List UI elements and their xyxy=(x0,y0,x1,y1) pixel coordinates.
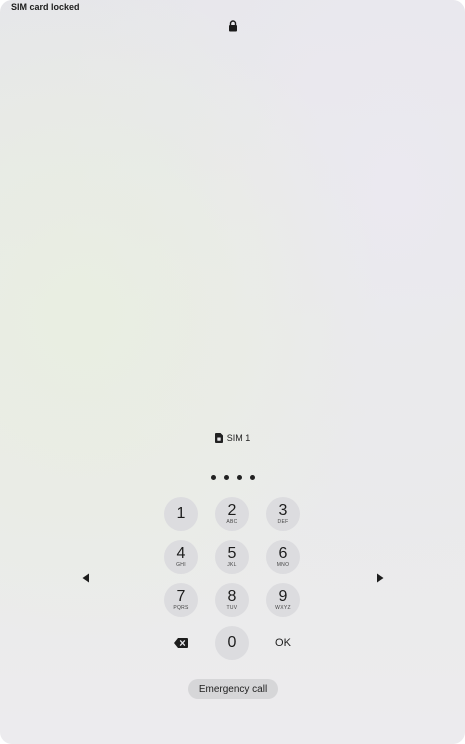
backspace-button[interactable] xyxy=(164,626,198,660)
key-digit: 4 xyxy=(176,545,186,562)
key-letters: TUV xyxy=(226,605,238,611)
pin-dot xyxy=(210,475,216,480)
key-letters: JKL xyxy=(227,562,237,568)
sim-indicator: SIM 1 xyxy=(0,433,465,443)
sim-label: SIM 1 xyxy=(226,433,251,443)
lock-screen: SIM card locked SIM 1 1 2 ABC 3 DEF 4 GH… xyxy=(0,0,465,744)
pin-dot xyxy=(223,475,229,480)
key-0[interactable]: 0 xyxy=(215,626,249,660)
key-digit: 8 xyxy=(227,588,237,605)
key-letters: WXYZ xyxy=(275,605,291,611)
pin-entry-dots xyxy=(0,475,465,480)
key-9[interactable]: 9 WXYZ xyxy=(266,583,300,617)
key-digit: 5 xyxy=(227,545,237,562)
key-letters: PQRS xyxy=(173,605,189,611)
status-title: SIM card locked xyxy=(11,2,80,12)
sim-card-icon xyxy=(214,433,223,443)
emergency-call-button[interactable]: Emergency call xyxy=(188,679,278,699)
pin-dot xyxy=(236,475,242,480)
key-1[interactable]: 1 xyxy=(164,497,198,531)
key-digit: 7 xyxy=(176,588,186,605)
pin-dot xyxy=(249,475,255,480)
key-5[interactable]: 5 JKL xyxy=(215,540,249,574)
ok-button[interactable]: OK xyxy=(266,626,300,660)
key-8[interactable]: 8 TUV xyxy=(215,583,249,617)
key-7[interactable]: 7 PQRS xyxy=(164,583,198,617)
backspace-icon xyxy=(174,638,188,648)
key-6[interactable]: 6 MNO xyxy=(266,540,300,574)
key-3[interactable]: 3 DEF xyxy=(266,497,300,531)
key-letters: MNO xyxy=(276,562,290,568)
key-digit: 6 xyxy=(278,545,288,562)
key-digit: 3 xyxy=(278,502,288,519)
key-digit: 2 xyxy=(227,502,237,519)
key-letters: DEF xyxy=(277,519,289,525)
key-2[interactable]: 2 ABC xyxy=(215,497,249,531)
ok-label: OK xyxy=(275,637,291,649)
lock-icon xyxy=(229,20,237,32)
key-digit: 9 xyxy=(278,588,288,605)
key-digit: 1 xyxy=(176,505,186,522)
arrow-right-icon[interactable] xyxy=(376,573,384,583)
arrow-left-icon[interactable] xyxy=(82,573,90,583)
key-letters: GHI xyxy=(176,562,186,568)
key-digit: 0 xyxy=(227,634,237,651)
key-4[interactable]: 4 GHI xyxy=(164,540,198,574)
key-letters: ABC xyxy=(226,519,238,525)
